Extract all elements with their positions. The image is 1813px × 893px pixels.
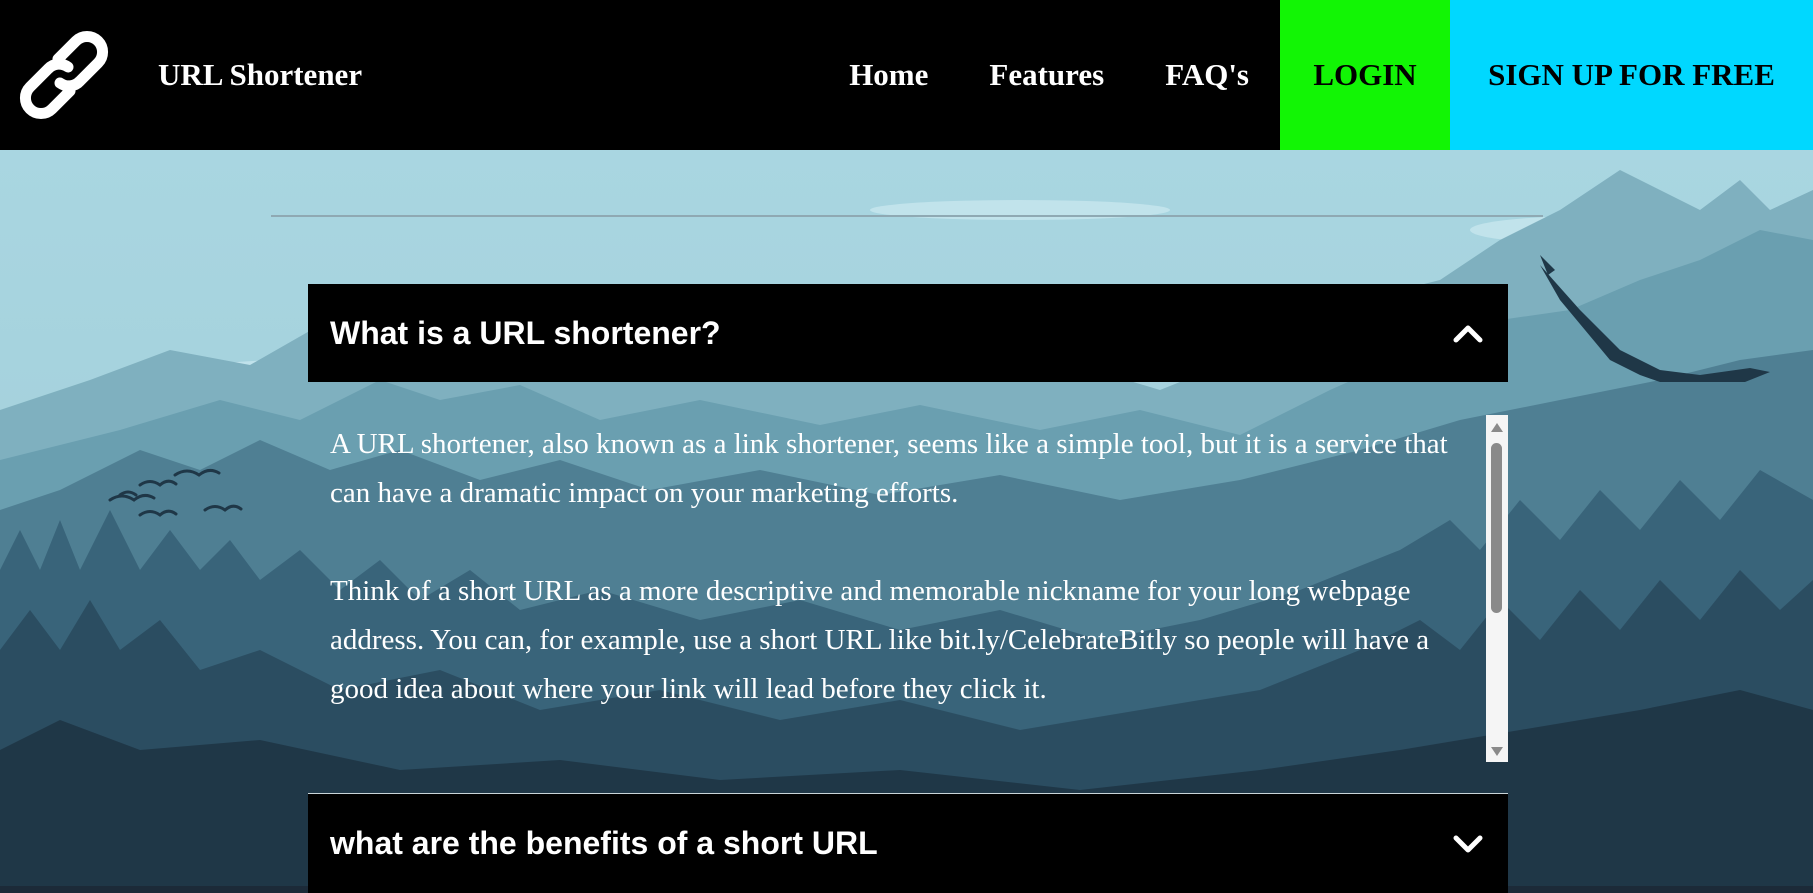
scroll-up-arrow-icon[interactable]: [1491, 423, 1503, 432]
nav-features-link[interactable]: Features: [989, 57, 1104, 93]
faq-answer-panel: A URL shortener, also known as a link sh…: [308, 412, 1508, 762]
answer-scrollbar[interactable]: [1486, 415, 1508, 762]
faq-item-what-is-url-shortener-header[interactable]: What is a URL shortener?: [308, 284, 1508, 382]
section-divider: [271, 215, 1543, 217]
faq-question: What is a URL shortener?: [330, 314, 721, 351]
chevron-down-icon[interactable]: [1450, 826, 1486, 862]
nav-home-link[interactable]: Home: [849, 57, 928, 93]
main-nav: Home Features FAQ's LOGIN SIGN UP FOR FR…: [849, 0, 1813, 150]
faq-answer-text: A URL shortener, also known as a link sh…: [330, 420, 1480, 763]
faq-item-benefits-header[interactable]: what are the benefits of a short URL: [308, 793, 1508, 893]
nav-faqs-link[interactable]: FAQ's: [1165, 57, 1249, 93]
faq-question: what are the benefits of a short URL: [330, 825, 878, 861]
scroll-down-arrow-icon[interactable]: [1491, 747, 1503, 756]
brand-name: URL Shortener: [158, 57, 363, 92]
scroll-thumb[interactable]: [1491, 443, 1502, 613]
logo[interactable]: [0, 0, 128, 150]
chevron-up-icon[interactable]: [1450, 315, 1486, 351]
top-navbar: URL Shortener Home Features FAQ's LOGIN …: [0, 0, 1813, 150]
chain-link-icon: [19, 30, 109, 120]
signup-button[interactable]: SIGN UP FOR FREE: [1450, 0, 1813, 150]
faq-answer-paragraph-1: A URL shortener, also known as a link sh…: [330, 428, 1448, 509]
login-button[interactable]: LOGIN: [1280, 0, 1450, 150]
faq-answer-paragraph-2: Think of a short URL as a more descripti…: [330, 575, 1430, 705]
